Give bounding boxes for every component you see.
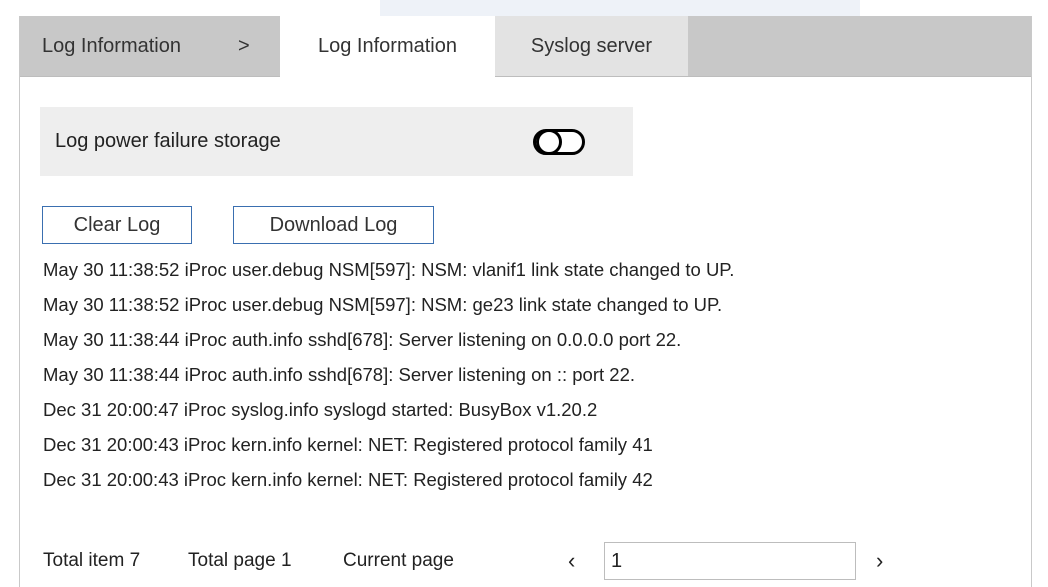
- tab-bar: Log Information > Log Information Syslog…: [20, 16, 1031, 77]
- total-item-count: Total item 7: [43, 550, 141, 571]
- log-power-failure-storage-row: Log power failure storage: [40, 107, 633, 176]
- current-page-input[interactable]: [604, 542, 856, 580]
- tab-syslog-server[interactable]: Syslog server: [495, 16, 688, 76]
- log-entry: May 30 11:38:44 iProc auth.info sshd[678…: [43, 364, 636, 385]
- log-power-failure-storage-toggle[interactable]: [533, 129, 585, 155]
- log-entry: Dec 31 20:00:43 iProc kern.info kernel: …: [43, 434, 653, 455]
- tab-log-information[interactable]: Log Information: [280, 16, 495, 77]
- log-power-failure-storage-label: Log power failure storage: [55, 130, 281, 152]
- breadcrumb-separator: >: [238, 35, 250, 57]
- clear-log-button[interactable]: Clear Log: [42, 206, 192, 244]
- total-page-count: Total page 1: [188, 550, 292, 571]
- chevron-left-icon[interactable]: ‹: [568, 541, 575, 581]
- chevron-right-icon[interactable]: ›: [876, 541, 883, 581]
- log-panel: Log Information > Log Information Syslog…: [19, 16, 1032, 587]
- log-list: May 30 11:38:52 iProc user.debug NSM[597…: [43, 252, 1023, 497]
- log-entry: May 30 11:38:52 iProc user.debug NSM[597…: [43, 259, 735, 280]
- log-entry: May 30 11:38:44 iProc auth.info sshd[678…: [43, 329, 682, 350]
- breadcrumb-label: Log Information: [42, 35, 181, 57]
- log-entry: Dec 31 20:00:47 iProc syslog.info syslog…: [43, 399, 598, 420]
- toggle-switch-icon: [533, 129, 585, 155]
- download-log-button[interactable]: Download Log: [233, 206, 434, 244]
- current-page-label: Current page: [343, 550, 454, 571]
- page: Log Information > Log Information Syslog…: [0, 0, 1048, 587]
- log-entry: Dec 31 20:00:43 iProc kern.info kernel: …: [43, 469, 653, 490]
- log-entry: May 30 11:38:52 iProc user.debug NSM[597…: [43, 294, 723, 315]
- pagination: Total item 7 Total page 1 Current page ‹…: [43, 541, 943, 581]
- background-band: [380, 0, 860, 16]
